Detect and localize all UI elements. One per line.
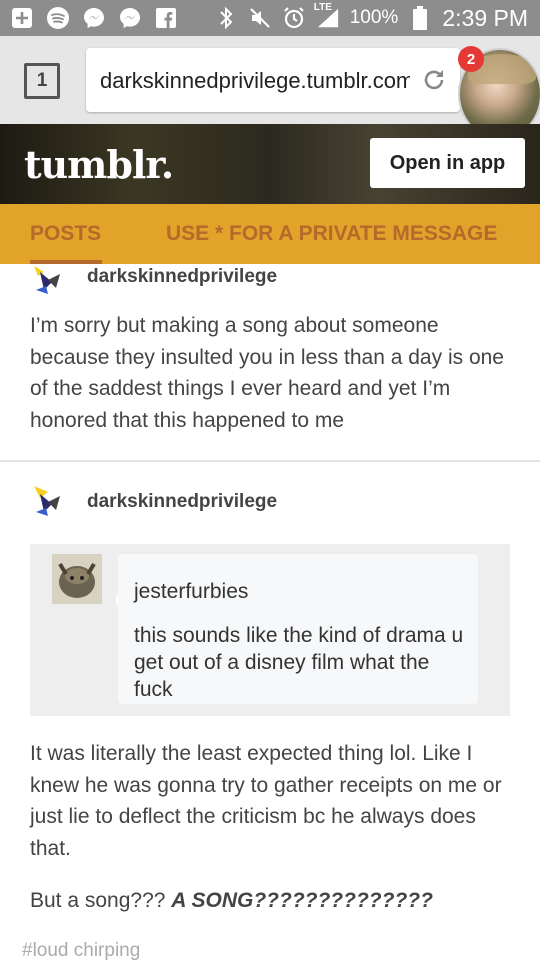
post-avatar[interactable] [30, 484, 66, 520]
spotify-icon [46, 6, 70, 30]
nav-posts[interactable]: POSTS [30, 222, 101, 246]
reblog-card: jesterfurbies this sounds like the kind … [118, 554, 478, 704]
mute-icon [248, 6, 272, 30]
url-text[interactable]: darkskinnedprivilege.tumblr.com [100, 68, 410, 94]
status-bar: LTE 100% 2:39 PM [0, 0, 540, 36]
status-bar-system: LTE 100% 2:39 PM [214, 2, 528, 32]
bluetooth-icon [214, 6, 238, 30]
post-emphasis: A SONG?????????????? [171, 889, 433, 912]
tumblr-header: tumblr. Open in app [0, 124, 540, 204]
reblog-avatar[interactable] [52, 554, 102, 604]
alarm-icon [282, 6, 306, 30]
post-username[interactable]: darkskinnedprivilege [87, 491, 277, 513]
signal-icon: LTE [314, 2, 340, 30]
network-label: LTE [313, 2, 332, 13]
add-icon [10, 6, 34, 30]
tab-switcher-button[interactable]: 1 [24, 63, 60, 99]
address-bar[interactable]: darkskinnedprivilege.tumblr.com [86, 48, 460, 112]
status-bar-notifications [10, 5, 178, 31]
reblog-username[interactable]: jesterfurbies [134, 580, 248, 604]
facebook-icon [154, 6, 178, 30]
nav-private-message[interactable]: USE * FOR A PRIVATE MESSAGE [166, 222, 497, 246]
notification-badge: 2 [458, 46, 484, 72]
battery-percentage: 100% [349, 7, 399, 28]
battery-icon [408, 6, 432, 30]
reblog-text: this sounds like the kind of drama u get… [134, 624, 464, 701]
messenger-icon [82, 6, 106, 30]
post-body: I’m sorry but making a song about someon… [30, 314, 504, 432]
post-tag[interactable]: #loud chirping [22, 940, 140, 960]
post-username[interactable]: darkskinnedprivilege [87, 266, 277, 288]
post-divider [0, 460, 540, 462]
clock: 2:39 PM [442, 4, 528, 31]
post-text: But a song??? [30, 889, 172, 912]
reblog-container: jesterfurbies this sounds like the kind … [30, 544, 510, 716]
post-body: It was literally the least expected thin… [30, 742, 502, 860]
open-in-app-button[interactable]: Open in app [370, 138, 525, 188]
blog-nav: POSTS USE * FOR A PRIVATE MESSAGE [0, 204, 540, 264]
tab-count: 1 [36, 70, 48, 91]
post-body-emphasis-line: But a song??? A SONG?????????????? [30, 885, 510, 917]
tumblr-logo[interactable]: tumblr. [24, 142, 174, 187]
reload-icon[interactable] [420, 66, 448, 94]
post-avatar[interactable] [30, 262, 66, 298]
messenger-icon [118, 6, 142, 30]
